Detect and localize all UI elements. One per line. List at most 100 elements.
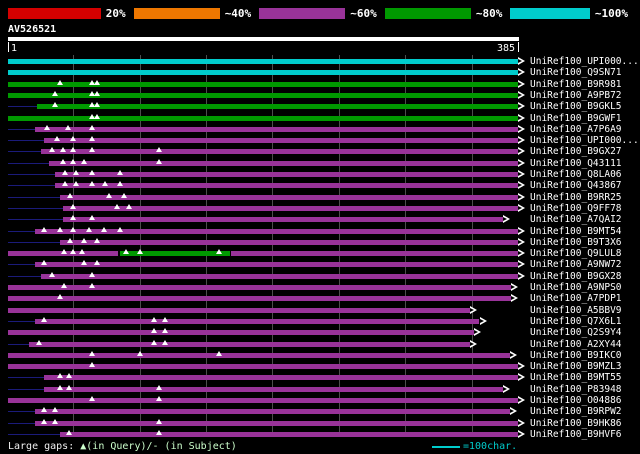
query-gap-marker-icon (40, 260, 47, 266)
alignment-bar-segment[interactable] (43, 386, 504, 392)
subject-extends-arrow-inner (518, 375, 522, 380)
hit-label[interactable]: UniRef100_A7QAI2 (530, 214, 622, 225)
hit-label[interactable]: UniRef100_A9PB72 (530, 90, 622, 101)
hit-label[interactable]: UniRef100_A7P6A9 (530, 124, 622, 135)
hit-label[interactable]: UniRef100_A5BBV9 (530, 305, 622, 316)
alignment-bar-segment[interactable] (8, 352, 510, 358)
hit-label[interactable]: UniRef100_B9HK86 (530, 418, 622, 429)
alignment-bar-segment[interactable] (34, 318, 480, 324)
query-gap-marker-icon (72, 181, 79, 187)
alignment-bar-segment[interactable] (8, 70, 518, 76)
alignment-bar-segment[interactable] (8, 92, 518, 98)
subject-extends-arrow-inner (518, 205, 522, 210)
unaligned-lead-line (8, 219, 63, 221)
alignment-bar-segment[interactable] (8, 307, 471, 313)
hit-label[interactable]: UniRef100_Q7X6L1 (530, 316, 622, 327)
query-gap-marker-icon (51, 90, 58, 96)
hit-label[interactable]: UniRef100_B9MT55 (530, 372, 622, 383)
hit-label[interactable]: UniRef100_Q43867 (530, 180, 622, 191)
alignment-row: UniRef100_B9MT55 (0, 372, 640, 383)
hit-label[interactable]: UniRef100_O04886 (530, 395, 622, 406)
query-gap-marker-icon (156, 396, 163, 401)
alignment-bar-segment[interactable] (41, 273, 518, 279)
subject-extends-arrow-inner (518, 183, 522, 188)
alignment-bar-segment[interactable] (54, 183, 518, 189)
query-gap-marker-icon (56, 79, 63, 85)
alignment-bar-segment[interactable] (34, 262, 518, 268)
alignment-bar-segment[interactable] (8, 364, 518, 370)
hit-label[interactable]: UniRef100_A9NPS0 (530, 282, 622, 293)
alignment-bar-segment[interactable] (62, 217, 504, 223)
query-gap-marker-icon (88, 215, 95, 221)
hit-label[interactable]: UniRef100_A7PDP1 (530, 293, 622, 304)
hit-label[interactable]: UniRef100_A2XY44 (530, 339, 622, 350)
hit-label[interactable]: UniRef100_Q2S9Y4 (530, 327, 622, 338)
query-gap-marker-icon (94, 237, 100, 243)
query-gap-marker-icon (94, 90, 100, 96)
legend-segment: ~40% (133, 7, 260, 20)
alignment-row: UniRef100_B9HVF6 (0, 429, 640, 440)
alignment-row: UniRef100_A9NW72 (0, 259, 640, 270)
alignment-bar-segment[interactable] (59, 194, 518, 200)
hit-label[interactable]: UniRef100_B9RPW2 (530, 406, 622, 417)
hit-label[interactable]: UniRef100_B9R981 (530, 79, 622, 90)
alignment-bar-segment[interactable] (59, 431, 518, 437)
hit-label[interactable]: UniRef100_B9GKL5 (530, 101, 622, 112)
alignment-row: UniRef100_A7PDP1 (0, 293, 640, 304)
alignment-bar-segment[interactable] (231, 251, 518, 257)
hit-label[interactable]: UniRef100_Q43111 (530, 158, 622, 169)
hit-label[interactable]: UniRef100_Q9FF78 (530, 203, 622, 214)
alignment-bar-segment[interactable] (34, 228, 518, 234)
alignment-row: UniRef100_B9GWF1 (0, 113, 640, 124)
alignment-bar-segment[interactable] (8, 285, 512, 290)
alignment-bar-segment[interactable] (43, 375, 518, 381)
query-gap-marker-icon (86, 226, 92, 232)
hit-label[interactable]: UniRef100_B9GX27 (530, 146, 622, 157)
alignment-bar-segment[interactable] (54, 172, 518, 177)
query-gap-marker-icon (56, 226, 63, 232)
hit-label[interactable]: UniRef100_Q9LUL8 (530, 248, 622, 259)
alignment-bar-segment[interactable] (29, 341, 471, 347)
subject-extends-arrow-inner (518, 420, 522, 425)
alignment-bar-segment[interactable] (34, 126, 518, 132)
query-gap-marker-icon (70, 203, 77, 209)
hit-label[interactable]: UniRef100_B9MZL3 (530, 361, 622, 372)
hit-label[interactable]: UniRef100_B9IKC0 (530, 350, 622, 361)
hit-label[interactable]: UniRef100_B9GWF1 (530, 113, 622, 124)
hit-label[interactable]: UniRef100_B9GX28 (530, 271, 622, 282)
query-gap-marker-icon (35, 339, 42, 345)
hit-label[interactable]: UniRef100_B9T3X6 (530, 237, 622, 248)
alignment-bar-segment[interactable] (8, 59, 518, 64)
hit-label[interactable]: UniRef100_UPI000... (530, 135, 639, 146)
subject-extends-arrow-inner (503, 386, 508, 391)
hit-label[interactable]: UniRef100_B9RR25 (530, 192, 622, 203)
alignment-bar-segment[interactable] (8, 398, 518, 403)
alignment-bar-segment[interactable] (8, 115, 518, 121)
query-gap-marker-icon (94, 79, 100, 85)
hit-label[interactable]: UniRef100_B9HVF6 (530, 429, 622, 440)
footer-gaps-detail: ▲(in Query)/- (in Subject) (80, 441, 237, 452)
alignment-bar-segment[interactable] (34, 409, 511, 415)
alignment-bar-segment[interactable] (59, 239, 518, 245)
alignment-bar-segment[interactable] (8, 296, 512, 302)
query-gap-marker-icon (88, 350, 95, 356)
subject-extends-arrow-inner (511, 296, 516, 301)
alignment-bar-segment[interactable] (34, 420, 518, 426)
legend-color-swatch (384, 7, 471, 19)
hit-label[interactable]: UniRef100_B9MT54 (530, 226, 622, 237)
alignment-bar-segment[interactable] (41, 149, 518, 155)
query-gap-marker-icon (48, 147, 55, 153)
hit-label[interactable]: UniRef100_UPI000... (530, 56, 639, 67)
hit-label[interactable]: UniRef100_A9NW72 (530, 259, 622, 270)
query-gap-marker-icon (67, 192, 74, 198)
alignment-bar-segment[interactable] (49, 160, 518, 166)
hit-label[interactable]: UniRef100_P83948 (530, 384, 622, 395)
subject-extends-arrow-inner (510, 409, 514, 414)
query-gap-marker-icon (151, 316, 158, 322)
alignment-bar-segment[interactable] (43, 138, 518, 144)
hit-label[interactable]: UniRef100_Q9SN71 (530, 67, 622, 78)
alignment-bar-segment[interactable] (8, 330, 475, 336)
alignment-bar-segment[interactable] (37, 104, 518, 110)
alignment-bar-segment[interactable] (8, 81, 518, 87)
hit-label[interactable]: UniRef100_Q8LA06 (530, 169, 622, 180)
